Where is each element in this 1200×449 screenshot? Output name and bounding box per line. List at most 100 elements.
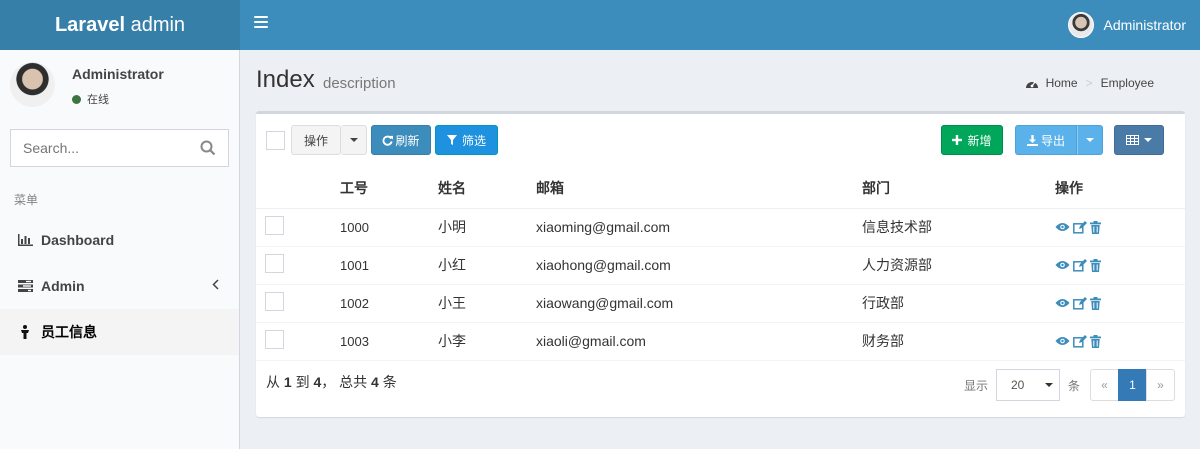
user-status: 在线 (72, 91, 109, 107)
cell-name: 小明 (438, 208, 536, 247)
page-title: Index (256, 66, 315, 93)
create-button[interactable]: 新增 (941, 125, 1003, 155)
column-header-id[interactable]: 工号 (340, 168, 438, 209)
cell-email: xiaohong@gmail.com (536, 246, 862, 285)
cell-dept: 人力资源部 (862, 246, 1055, 285)
edit-icon[interactable] (1073, 296, 1087, 310)
column-header-email[interactable]: 邮箱 (536, 168, 862, 209)
sidebar: Administrator 在线 菜单 Dashboard Admin 员工信息 (0, 50, 240, 449)
cell-dept: 行政部 (862, 284, 1055, 323)
sidebar-item-label: Dashboard (41, 232, 115, 248)
cell-id: 1000 (340, 208, 438, 247)
avatar (10, 62, 55, 107)
download-icon (1026, 134, 1038, 146)
caret-down-icon (1086, 138, 1094, 142)
user-menu[interactable]: Administrator (1067, 0, 1186, 50)
logo[interactable]: Laravel admin (0, 0, 240, 50)
filter-icon (446, 135, 457, 145)
caret-down-icon (1044, 383, 1053, 387)
column-header-actions: 操作 (1055, 168, 1185, 209)
row-checkbox[interactable] (265, 292, 284, 311)
sidebar-item-label: 员工信息 (41, 324, 97, 340)
sidebar-user-name: Administrator (72, 66, 164, 82)
edit-icon[interactable] (1073, 258, 1087, 272)
sidebar-search (10, 129, 229, 167)
column-selector-button[interactable] (1114, 125, 1164, 155)
sidebar-item-employee[interactable]: 员工信息 (0, 309, 239, 355)
plus-icon (952, 135, 963, 145)
view-icon[interactable] (1055, 222, 1070, 232)
cell-email: xiaoli@gmail.com (536, 322, 862, 361)
avatar (1067, 12, 1094, 38)
cell-dept: 财务部 (862, 322, 1055, 361)
column-header-name[interactable]: 姓名 (438, 168, 536, 209)
employee-table: 工号 姓名 邮箱 部门 操作 1000 小明 xiaoming@gmail.co… (256, 168, 1185, 361)
page-description: description (323, 75, 396, 92)
user-name: Administrator (1103, 17, 1186, 33)
search-icon[interactable] (200, 140, 216, 156)
table-row: 1002 小王 xiaowang@gmail.com 行政部 (256, 284, 1185, 323)
per-page-label: 显示 (963, 378, 988, 393)
per-page-unit: 条 (1067, 378, 1080, 393)
cell-id: 1002 (340, 284, 438, 323)
per-page-select[interactable]: 20 (995, 369, 1060, 401)
breadcrumb-current: Employee (1100, 76, 1154, 90)
row-checkbox[interactable] (265, 254, 284, 273)
view-icon[interactable] (1055, 260, 1070, 270)
delete-icon[interactable] (1090, 296, 1101, 310)
prev-page-button[interactable]: « (1090, 369, 1119, 401)
search-input[interactable] (11, 130, 191, 166)
delete-icon[interactable] (1090, 258, 1101, 272)
cell-email: xiaoming@gmail.com (536, 208, 862, 247)
caret-down-icon (349, 138, 358, 142)
next-page-button[interactable]: » (1146, 369, 1175, 401)
pagination-summary: 从 1 到 4， 总共 4 条 (266, 374, 397, 390)
edit-icon[interactable] (1073, 220, 1087, 234)
table-header-row: 工号 姓名 邮箱 部门 操作 (256, 168, 1185, 209)
cell-id: 1001 (340, 246, 438, 285)
sidebar-item-label: Admin (41, 278, 85, 294)
tasks-icon (16, 280, 34, 292)
batch-action-button[interactable]: 操作 (291, 125, 341, 155)
column-header-dept[interactable]: 部门 (862, 168, 1055, 209)
sidebar-toggle-icon[interactable] (254, 16, 268, 30)
batch-action-dropdown[interactable] (341, 125, 367, 155)
chevron-left-icon (212, 279, 219, 290)
table-row: 1003 小李 xiaoli@gmail.com 财务部 (256, 322, 1185, 361)
delete-icon[interactable] (1090, 334, 1101, 348)
pagination: 显示 20 条 « 1 » (964, 369, 1175, 401)
sidebar-item-admin[interactable]: Admin (0, 263, 239, 309)
edit-icon[interactable] (1073, 334, 1087, 348)
caret-down-icon (1144, 138, 1152, 142)
page-1-button[interactable]: 1 (1118, 369, 1147, 401)
user-panel: Administrator 在线 (0, 50, 239, 122)
delete-icon[interactable] (1090, 220, 1101, 234)
breadcrumb: Home > Employee (1025, 76, 1154, 90)
view-icon[interactable] (1055, 336, 1070, 346)
cell-name: 小王 (438, 284, 536, 323)
row-checkbox[interactable] (265, 330, 284, 349)
top-navbar: Laravel admin Administrator (0, 0, 1200, 50)
view-icon[interactable] (1055, 298, 1070, 308)
export-button[interactable]: 导出 (1015, 125, 1077, 155)
table-row: 1001 小红 xiaohong@gmail.com 人力资源部 (256, 246, 1185, 285)
bar-chart-icon (16, 234, 34, 246)
export-dropdown[interactable] (1077, 125, 1103, 155)
cell-dept: 信息技术部 (862, 208, 1055, 247)
online-dot-icon (72, 94, 81, 104)
cell-name: 小红 (438, 246, 536, 285)
breadcrumb-home[interactable]: Home (1046, 76, 1078, 90)
dashboard-icon (1025, 81, 1038, 88)
menu-header: 菜单 (14, 193, 39, 207)
table-row: 1000 小明 xiaoming@gmail.com 信息技术部 (256, 208, 1185, 247)
filter-button[interactable]: 筛选 (435, 125, 498, 155)
sidebar-item-dashboard[interactable]: Dashboard (0, 217, 239, 263)
select-all-checkbox[interactable] (266, 131, 285, 150)
user-icon (16, 325, 34, 339)
cell-email: xiaowang@gmail.com (536, 284, 862, 323)
row-checkbox[interactable] (265, 216, 284, 235)
cell-id: 1003 (340, 322, 438, 361)
grid-box: 操作 刷新 筛选 新增 导出 工号 姓名 邮箱 部门 操作 1000 小明 xi… (256, 111, 1185, 417)
cell-name: 小李 (438, 322, 536, 361)
refresh-button[interactable]: 刷新 (371, 125, 431, 155)
